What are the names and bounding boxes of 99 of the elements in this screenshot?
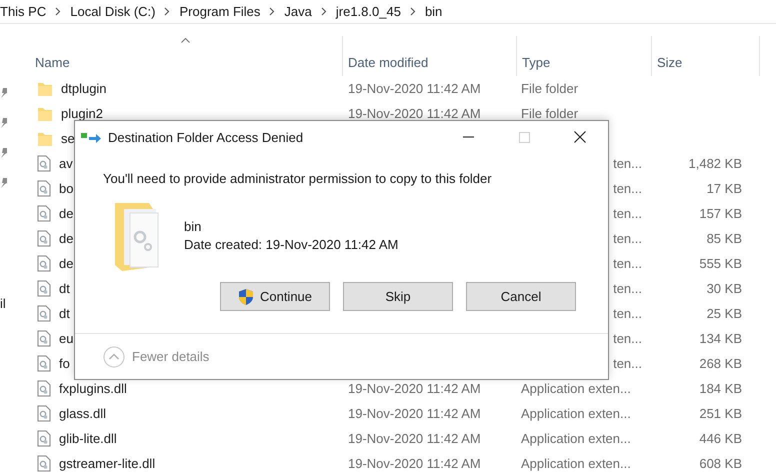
dll-file-icon bbox=[37, 280, 51, 297]
dll-file-icon bbox=[37, 205, 51, 222]
date-modified: 19-Nov-2020 11:42 AM bbox=[347, 456, 481, 471]
dll-file-icon bbox=[37, 455, 51, 472]
breadcrumb-item[interactable]: Local Disk (C:) bbox=[70, 4, 156, 19]
dll-file-icon bbox=[37, 430, 51, 447]
file-size: 1,482 KB bbox=[688, 156, 742, 171]
dll-file-icon bbox=[37, 255, 51, 272]
file-size: 30 KB bbox=[706, 281, 742, 296]
file-name[interactable]: de bbox=[59, 206, 74, 221]
item-detail: Date created: 19-Nov-2020 11:42 AM bbox=[184, 236, 398, 252]
dll-file-icon bbox=[37, 355, 51, 372]
pin-icon[interactable] bbox=[0, 118, 8, 128]
file-type: ten... bbox=[613, 206, 642, 221]
dialog-button[interactable]: Continue bbox=[220, 282, 330, 311]
file-type: ten... bbox=[613, 281, 642, 296]
minimize-icon bbox=[462, 136, 474, 138]
file-size: 555 KB bbox=[699, 256, 742, 271]
file-name[interactable]: glass.dll bbox=[59, 406, 106, 421]
file-size: 268 KB bbox=[699, 356, 742, 371]
column-header[interactable]: Name bbox=[30, 36, 343, 76]
file-name[interactable]: av bbox=[59, 156, 73, 171]
file-type: Application exten... bbox=[520, 381, 631, 396]
column-header[interactable]: Type bbox=[517, 36, 652, 76]
file-type: ten... bbox=[613, 156, 642, 171]
copy-icon bbox=[81, 131, 101, 143]
pin-icon[interactable] bbox=[0, 148, 8, 158]
file-size: 446 KB bbox=[699, 431, 742, 446]
file-name[interactable]: dt bbox=[59, 281, 70, 296]
sort-caret-icon bbox=[181, 38, 190, 43]
file-type: ten... bbox=[613, 181, 642, 196]
file-size: 608 KB bbox=[699, 456, 742, 471]
dll-file-icon bbox=[37, 180, 51, 197]
chevron-icon bbox=[410, 7, 416, 16]
breadcrumb-item[interactable]: Program Files bbox=[179, 4, 260, 19]
file-name[interactable]: fo bbox=[59, 356, 70, 371]
file-size: 157 KB bbox=[699, 206, 742, 221]
shield-icon bbox=[238, 288, 254, 306]
nav-item[interactable]: il bbox=[0, 296, 30, 311]
dll-file-icon bbox=[37, 405, 51, 422]
dll-file-icon bbox=[37, 155, 51, 172]
file-name[interactable]: dtplugin bbox=[61, 81, 107, 96]
file-type: Application exten... bbox=[520, 431, 631, 446]
dialog-button[interactable]: Cancel bbox=[466, 282, 576, 311]
file-size: 25 KB bbox=[706, 306, 742, 321]
column-header[interactable]: Size bbox=[652, 36, 760, 76]
file-type: ten... bbox=[613, 231, 642, 246]
close-icon bbox=[574, 131, 586, 143]
file-name[interactable]: fxplugins.dll bbox=[59, 381, 127, 396]
column-header[interactable]: Date modified bbox=[343, 36, 517, 76]
file-size: 251 KB bbox=[699, 406, 742, 421]
breadcrumb-item[interactable]: bin bbox=[424, 4, 442, 19]
file-type: ten... bbox=[613, 256, 642, 271]
chevron-icon bbox=[55, 7, 62, 16]
date-modified: 19-Nov-2020 11:42 AM bbox=[347, 106, 481, 121]
maximize-icon bbox=[518, 132, 530, 142]
dialog-button[interactable]: Skip bbox=[343, 282, 453, 311]
dialog-title: Destination Folder Access Denied bbox=[108, 130, 304, 144]
breadcrumb-item[interactable]: This PC bbox=[0, 4, 46, 19]
dialog-message: You'll need to provide administrator permission to copy to this folder bbox=[103, 171, 493, 186]
breadcrumb-item[interactable]: Java bbox=[284, 4, 312, 19]
pin-icon[interactable] bbox=[0, 178, 8, 188]
file-type: ten... bbox=[613, 356, 642, 371]
folder-icon bbox=[37, 130, 53, 146]
dll-file-icon bbox=[37, 305, 51, 322]
chevron-icon bbox=[269, 7, 276, 16]
dll-file-icon bbox=[37, 330, 51, 347]
date-modified: 19-Nov-2020 11:42 AM bbox=[347, 406, 481, 421]
file-size: 134 KB bbox=[699, 331, 742, 346]
file-size: 184 KB bbox=[699, 381, 742, 396]
file-name[interactable]: dt bbox=[59, 306, 70, 321]
file-type: Application exten... bbox=[520, 456, 631, 471]
file-type: File folder bbox=[520, 106, 578, 121]
file-type: File folder bbox=[520, 81, 578, 96]
date-modified: 19-Nov-2020 11:42 AM bbox=[347, 431, 481, 446]
dll-file-icon bbox=[37, 230, 51, 247]
pin-icon[interactable] bbox=[0, 88, 8, 98]
chevron-icon bbox=[320, 7, 327, 16]
item-name: bin bbox=[184, 218, 202, 234]
file-size: 85 KB bbox=[706, 231, 742, 246]
file-type: Application exten... bbox=[520, 406, 631, 421]
dll-file-icon bbox=[37, 380, 51, 397]
file-type: ten... bbox=[613, 306, 642, 321]
file-type: ten... bbox=[613, 331, 642, 346]
folder-icon bbox=[37, 106, 53, 122]
breadcrumb-item[interactable]: jre1.8.0_45 bbox=[336, 4, 401, 19]
file-name[interactable]: plugin2 bbox=[61, 106, 103, 121]
date-modified: 19-Nov-2020 11:42 AM bbox=[347, 381, 481, 396]
file-name[interactable]: bo bbox=[59, 181, 74, 196]
chevron-icon bbox=[164, 7, 170, 16]
folder-icon bbox=[37, 80, 53, 96]
file-name[interactable]: gstreamer-lite.dll bbox=[59, 456, 156, 471]
file-name[interactable]: glib-lite.dll bbox=[59, 431, 117, 446]
date-modified: 19-Nov-2020 11:42 AM bbox=[347, 81, 481, 96]
file-name[interactable]: eu bbox=[59, 331, 74, 346]
file-size: 17 KB bbox=[706, 181, 742, 196]
file-name[interactable]: se bbox=[61, 131, 75, 146]
file-name[interactable]: de bbox=[59, 231, 74, 246]
file-name[interactable]: de bbox=[59, 256, 74, 271]
